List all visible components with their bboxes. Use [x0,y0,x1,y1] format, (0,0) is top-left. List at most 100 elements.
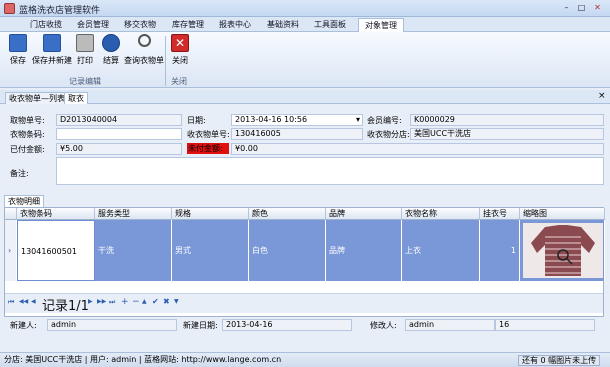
nav-next-page-button[interactable]: ▶▶ [97,298,106,305]
date-label: 日期: [187,116,206,125]
ribbon-separator [165,36,166,86]
group-label-close: 关闭 [171,77,187,86]
nav-next-button[interactable]: ▶ [88,298,93,305]
unpaid-label: 未付金额: [187,143,229,154]
save-new-icon [43,34,61,52]
col-header-spec[interactable]: 规格 [172,208,249,220]
tab-object-manage[interactable]: 对象管理 [358,18,404,32]
settle-button[interactable]: 结算 [100,34,122,66]
save-and-new-label: 保存并新建 [32,56,72,65]
print-button[interactable]: 打印 [74,34,96,66]
close-button[interactable]: ✕ 关闭 [170,34,190,66]
nav-first-button[interactable]: ⏮ [8,298,15,307]
print-label: 打印 [77,56,93,65]
pickup-no-label: 取物单号: [10,116,45,125]
tab-store-receive[interactable]: 门店收揽 [24,18,68,32]
nav-down-button[interactable]: ▼ [174,298,179,305]
tab-pickup[interactable]: 取衣 [64,92,88,104]
tab-clothing-detail[interactable]: 衣物明细 [4,195,44,207]
tab-basic-data[interactable]: 基础资料 [261,18,305,32]
printer-icon [76,34,94,52]
window-title: 蓝格洗衣店管理软件 [19,6,101,16]
unpaid-field: ¥0.00 [231,143,604,155]
group-label-edit: 记录编辑 [69,77,101,86]
tab-tools[interactable]: 工具面板 [308,18,352,32]
creator-field: admin [47,319,177,331]
settle-icon [102,34,120,52]
row-marker[interactable]: › [5,220,17,281]
modify-date-field: 16 [495,319,595,331]
document-tab-bar: 收衣物单—列表 取衣 × [0,90,610,104]
query-receipt-label: 查询衣物单 [124,56,164,65]
cell-hanger-no[interactable]: 1 [480,220,520,281]
col-header-item-name[interactable]: 衣物名称 [402,208,480,220]
nav-cancel-button[interactable]: ✖ [163,297,170,306]
chevron-down-icon[interactable]: ▾ [356,115,360,125]
remark-label: 备注: [10,169,29,178]
col-header-thumbnail[interactable]: 缩略图 [520,208,605,220]
creator-label: 新建人: [10,321,37,330]
close-window-button[interactable]: ✕ [591,2,604,14]
tab-stock[interactable]: 库存管理 [166,18,210,32]
nav-prev-page-button[interactable]: ◀◀ [19,298,28,305]
col-header-color[interactable]: 颜色 [249,208,326,220]
cell-item-name[interactable]: 上衣 [402,220,480,281]
ribbon: 保存 保存并新建 打印 结算 查询衣物单 ✕ 关闭 记录编辑 关闭 [0,32,610,88]
query-receipt-button[interactable]: 查询衣物单 [124,34,164,66]
receipt-no-field: 130416005 [231,128,363,140]
save-icon [9,34,27,52]
cell-thumbnail[interactable] [520,220,605,281]
remark-textarea[interactable] [56,157,604,185]
tab-receipt-list[interactable]: 收衣物单—列表 [5,92,69,104]
col-header-barcode[interactable]: 衣物条码 [17,208,95,220]
col-header-hanger-no[interactable]: 挂衣号 [480,208,520,220]
date-field[interactable]: 2013-04-16 10:56 ▾ [231,114,363,126]
save-and-new-button[interactable]: 保存并新建 [32,34,72,66]
paid-label: 已付金额: [10,145,45,154]
maximize-button[interactable]: □ [575,2,588,14]
sweater-thumbnail-icon [523,223,603,278]
title-bar: 蓝格洗衣店管理软件 – □ ✕ [0,0,610,17]
nav-confirm-button[interactable]: ✔ [152,297,159,306]
close-label: 关闭 [172,56,188,65]
nav-last-button[interactable]: ⏭ [109,298,115,307]
col-header-brand[interactable]: 品牌 [326,208,402,220]
cell-brand[interactable]: 品牌 [326,220,402,281]
barcode-label: 衣物条码: [10,130,45,139]
close-doc-icon[interactable]: × [598,91,606,101]
receipt-no-label: 收衣物单号: [187,130,230,139]
cell-color[interactable]: 白色 [249,220,326,281]
member-no-field: K0000029 [410,114,604,126]
paid-field: ¥5.00 [56,143,182,155]
pickup-no-field: D2013040004 [56,114,182,126]
barcode-input[interactable] [56,128,182,140]
date-value: 2013-04-16 10:56 [235,115,308,124]
tab-transfer[interactable]: 移交衣物 [118,18,162,32]
create-date-label: 新建日期: [183,321,218,330]
search-icon [137,34,151,47]
cell-spec[interactable]: 男式 [172,220,249,281]
status-bar: 分店: 美国UCC干洗店 | 用户: admin | 蓝格网站: http://… [0,352,610,367]
record-indicator: 记录1/1 [42,299,89,314]
status-upload-notice: 还有 0 幅图片未上传 [518,355,601,366]
col-header-service[interactable]: 服务类型 [95,208,172,220]
save-label: 保存 [10,56,26,65]
modifier-label: 修改人: [370,321,397,330]
menu-tab-bar: 门店收揽 会员管理 移交衣物 库存管理 报表中心 基础资料 工具面板 对象管理 [0,17,610,32]
nav-add-button[interactable]: + [121,297,129,307]
minimize-button[interactable]: – [560,2,573,14]
grid-corner [5,208,17,220]
cell-barcode[interactable]: 13041600501 [17,220,95,281]
nav-delete-button[interactable]: − [132,297,140,307]
nav-up-button[interactable]: ▲ [142,298,147,305]
cell-service[interactable]: 干洗 [95,220,172,281]
tab-reports[interactable]: 报表中心 [213,18,257,32]
nav-prev-button[interactable]: ◀ [31,298,36,305]
close-icon: ✕ [171,34,189,52]
modifier-field: admin [405,319,495,331]
tab-member[interactable]: 会员管理 [71,18,115,32]
status-text: 分店: 美国UCC干洗店 | 用户: admin | 蓝格网站: http://… [4,355,282,364]
branch-label: 收衣物分店: [367,130,410,139]
save-button[interactable]: 保存 [6,34,30,66]
record-navigator: ⏮ ◀◀ ◀ 记录1/1 ▶ ▶▶ ⏭ + − ▲ ✔ ✖ ▼ [5,293,603,314]
